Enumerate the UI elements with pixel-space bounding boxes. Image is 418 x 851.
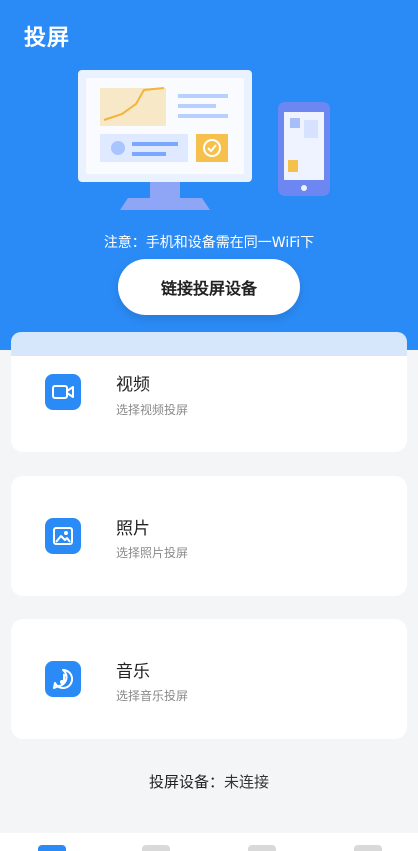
option-description: 选择视频投屏: [116, 403, 189, 417]
option-card-music[interactable]: 音乐 选择音乐投屏: [11, 619, 407, 739]
status-value: 未连接: [224, 773, 270, 791]
wifi-notice: 注意：手机和设备需在同一WiFi下: [103, 235, 315, 251]
option-description: 选择音乐投屏: [116, 689, 189, 703]
music-note-icon: [45, 661, 81, 697]
option-description: 选择照片投屏: [116, 546, 189, 560]
option-card-video[interactable]: 视频 选择视频投屏: [11, 356, 407, 452]
bottom-tab-bar: [0, 833, 418, 851]
option-card-photo[interactable]: 照片 选择照片投屏: [11, 476, 407, 596]
image-icon: [45, 518, 81, 554]
tab-4-icon[interactable]: [354, 845, 382, 851]
tab-2-icon[interactable]: [142, 845, 170, 851]
option-title: 视频: [116, 375, 150, 395]
screen-cast-illustration: [78, 68, 338, 222]
status-label: 投屏设备：: [148, 773, 224, 791]
tab-3-icon[interactable]: [248, 845, 276, 851]
page-title: 投屏: [24, 26, 71, 51]
connect-device-button[interactable]: 链接投屏设备: [118, 259, 300, 315]
option-title: 照片: [116, 519, 150, 539]
tab-cast-icon[interactable]: [38, 845, 66, 851]
option-title: 音乐: [116, 662, 150, 682]
device-status: 投屏设备：未连接: [0, 771, 418, 792]
video-camera-icon: [45, 374, 81, 410]
